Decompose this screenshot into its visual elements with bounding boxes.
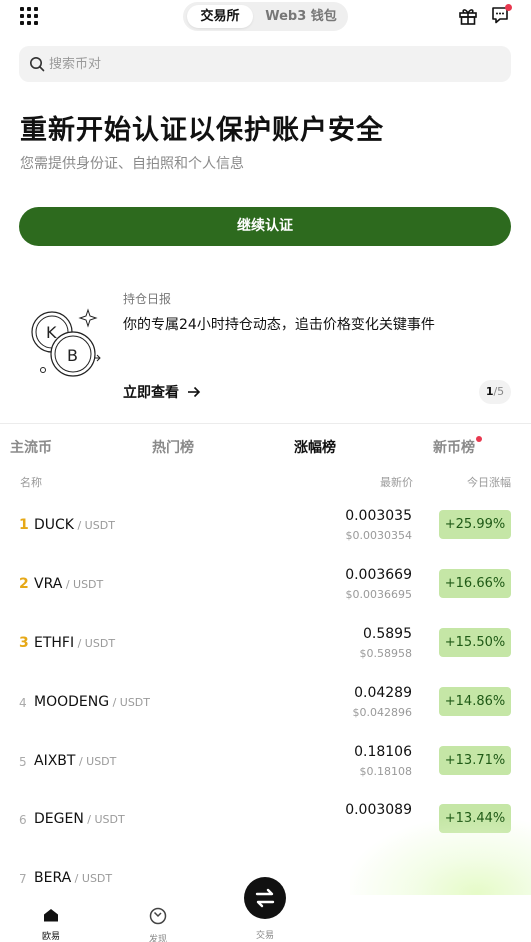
nav-home[interactable]: 欧易 <box>31 907 71 942</box>
symbol-name: DEGEN <box>34 811 84 827</box>
verification-subtitle: 您需提供身份证、自拍照和个人信息 <box>20 156 244 172</box>
market-row[interactable]: 6 DEGEN / USDT 0.003089 +13.44% <box>0 802 531 861</box>
row-rank: 3 <box>19 635 29 651</box>
continue-verification-button[interactable]: 继续认证 <box>19 207 511 246</box>
nav-discover-label: 发现 <box>148 935 167 942</box>
row-fiat-price: $0.18108 <box>359 765 413 778</box>
divider <box>0 423 531 424</box>
row-symbol: VRA / USDT <box>34 576 103 592</box>
quote-asset: / USDT <box>73 519 115 532</box>
row-fiat-price: $0.58958 <box>359 647 413 660</box>
quote-asset: / USDT <box>71 872 113 885</box>
mode-switcher: 交易所 Web3 钱包 <box>183 2 348 31</box>
row-price: 0.18106 <box>354 744 412 760</box>
row-symbol: DUCK / USDT <box>34 517 115 533</box>
discover-icon <box>149 907 167 925</box>
market-row[interactable]: 4 MOODENG / USDT 0.04289 $0.042896 +14.8… <box>0 685 531 744</box>
change-badge: +15.50% <box>439 628 511 657</box>
tab-hot[interactable]: 热门榜 <box>152 437 194 457</box>
row-price: 0.04289 <box>354 685 412 701</box>
top-bar: 交易所 Web3 钱包 <box>0 0 531 34</box>
row-symbol: AIXBT / USDT <box>34 753 116 769</box>
quote-asset: / USDT <box>75 755 117 768</box>
row-price: 0.5895 <box>363 626 412 642</box>
gift-icon[interactable] <box>458 6 478 26</box>
page-title: 重新开始认证以保护账户安全 <box>20 115 384 146</box>
nav-home-label: 欧易 <box>41 932 60 942</box>
view-now-link[interactable]: 立即查看 <box>123 382 201 402</box>
quote-asset: / USDT <box>109 696 151 709</box>
quote-asset: / USDT <box>62 578 104 591</box>
symbol-name: VRA <box>34 576 63 592</box>
row-rank: 7 <box>19 872 27 886</box>
tab-new-listings[interactable]: 新币榜 <box>433 437 475 457</box>
quote-asset: / USDT <box>83 813 125 826</box>
search-icon <box>30 57 45 72</box>
row-rank: 2 <box>19 576 29 592</box>
row-symbol: DEGEN / USDT <box>34 811 125 827</box>
svg-text:B: B <box>67 346 78 365</box>
column-name: 名称 <box>20 476 42 489</box>
row-rank: 5 <box>19 755 27 769</box>
search-bar[interactable] <box>19 46 511 82</box>
column-price[interactable]: 最新价 <box>380 474 413 490</box>
banner-label: 持仓日报 <box>123 292 172 306</box>
home-icon <box>44 909 58 922</box>
symbol-name: DUCK <box>34 517 74 533</box>
market-row[interactable]: 5 AIXBT / USDT 0.18106 $0.18108 +13.71% <box>0 744 531 803</box>
row-symbol: ETHFI / USDT <box>34 635 115 651</box>
row-fiat-price: $0.042896 <box>352 706 413 719</box>
coins-illustration: K B <box>31 308 101 377</box>
row-price: 0.003035 <box>345 508 412 524</box>
change-badge: +14.86% <box>439 687 511 716</box>
pager-total: /5 <box>493 385 505 398</box>
symbol-name: AIXBT <box>34 753 76 769</box>
row-symbol: BERA / USDT <box>34 870 112 886</box>
tab-web3-wallet[interactable]: Web3 钱包 <box>257 5 345 28</box>
change-badge: +25.99% <box>439 510 511 539</box>
market-row[interactable]: 1 DUCK / USDT 0.003035 $0.0030354 +25.99… <box>0 508 531 567</box>
market-row[interactable]: 3 ETHFI / USDT 0.5895 $0.58958 +15.50% <box>0 626 531 685</box>
view-now-label: 立即查看 <box>123 385 179 401</box>
search-input[interactable] <box>49 52 489 76</box>
row-symbol: MOODENG / USDT <box>34 694 150 710</box>
tab-gainers[interactable]: 涨幅榜 <box>294 437 336 457</box>
row-rank: 4 <box>19 696 27 710</box>
row-fiat-price: $0.0030354 <box>345 529 412 542</box>
row-price: 0.003089 <box>345 802 412 818</box>
grid-menu-icon[interactable] <box>20 7 38 25</box>
change-badge: +13.44% <box>439 804 511 833</box>
arrow-right-icon <box>188 386 201 398</box>
row-rank: 6 <box>19 813 27 827</box>
banner-text: 你的专属24小时持仓动态，追击价格变化关键事件 <box>123 317 435 333</box>
notification-dot <box>505 4 512 11</box>
row-price: 0.003669 <box>345 567 412 583</box>
trade-swap-icon <box>255 888 275 908</box>
svg-text:K: K <box>46 323 57 342</box>
symbol-name: ETHFI <box>34 635 75 651</box>
banner-pager: 1/5 <box>479 380 511 404</box>
tab-exchange[interactable]: 交易所 <box>187 5 253 28</box>
nav-trade-label: 交易 <box>255 931 274 941</box>
change-badge: +13.71% <box>439 746 511 775</box>
row-fiat-price: $0.0036695 <box>345 588 412 601</box>
nav-discover[interactable]: 发现 <box>138 907 178 942</box>
market-row[interactable]: 2 VRA / USDT 0.003669 $0.0036695 +16.66% <box>0 567 531 626</box>
symbol-name: BERA <box>34 870 72 886</box>
symbol-name: MOODENG <box>34 694 110 710</box>
quote-asset: / USDT <box>74 637 116 650</box>
column-change[interactable]: 今日涨幅 <box>467 474 511 490</box>
tab-mainstream[interactable]: 主流币 <box>10 437 52 457</box>
row-rank: 1 <box>19 517 29 533</box>
trade-button[interactable] <box>244 877 286 919</box>
new-listings-dot <box>476 436 482 442</box>
change-badge: +16.66% <box>439 569 511 598</box>
